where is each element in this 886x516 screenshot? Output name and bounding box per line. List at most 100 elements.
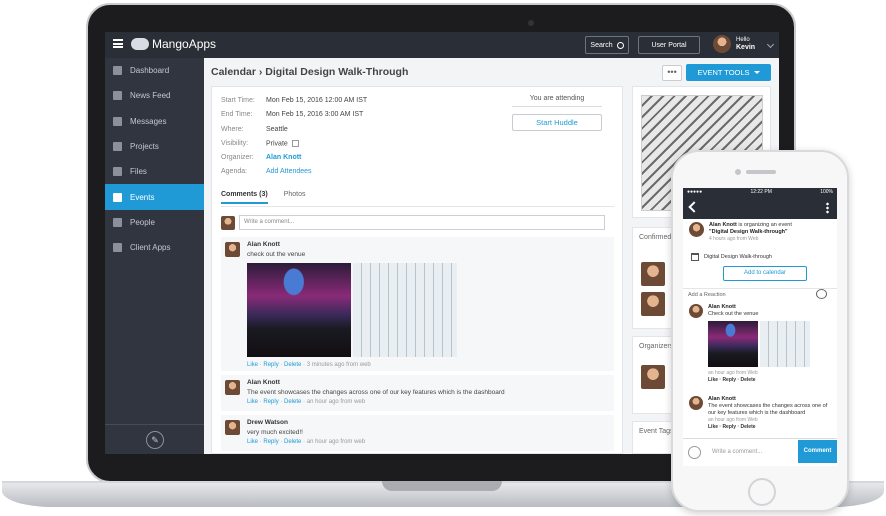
event-tools-button[interactable]: EVENT TOOLS bbox=[686, 64, 771, 81]
organizer-link[interactable]: Alan Knott bbox=[266, 154, 301, 161]
tab-divider bbox=[221, 206, 614, 207]
sidebar-item-projects[interactable]: Projects bbox=[105, 134, 204, 159]
add-reaction-label[interactable]: Add a Reaction bbox=[688, 292, 726, 298]
avatar bbox=[225, 420, 240, 435]
sidebar-item-label: Events bbox=[130, 192, 155, 202]
comment-author[interactable]: Alan Knott bbox=[247, 378, 610, 388]
detail-key: Where: bbox=[221, 126, 244, 133]
sidebar-item-client-apps[interactable]: Client Apps bbox=[105, 235, 204, 260]
comment-meta: Like · Reply · Delete · 3 minutes ago fr… bbox=[247, 362, 371, 368]
event-panel: Start Time: Mon Feb 15, 2016 12:00 AM IST… bbox=[211, 86, 623, 454]
comment-actions[interactable]: Like · Reply · Delete bbox=[708, 377, 756, 383]
logo-icon bbox=[131, 38, 149, 50]
sidebar-footer: ✎ bbox=[105, 424, 204, 454]
comment-time: an hour ago from web bbox=[306, 439, 366, 445]
comment-item: Drew Watson very much excited!! Like · R… bbox=[221, 415, 614, 451]
add-to-calendar-button[interactable]: Add to calendar bbox=[723, 266, 807, 281]
search-button[interactable]: Search bbox=[585, 36, 629, 54]
avatar bbox=[689, 304, 703, 318]
tab-photos[interactable]: Photos bbox=[284, 191, 306, 204]
more-button[interactable]: ••• bbox=[662, 65, 682, 81]
detail-key: End Time: bbox=[221, 111, 253, 118]
avatar bbox=[225, 242, 240, 257]
reply-link[interactable]: Reply bbox=[263, 439, 278, 445]
more-vertical-icon[interactable] bbox=[826, 202, 829, 214]
reply-link[interactable]: Reply bbox=[263, 399, 278, 405]
delete-link[interactable]: Delete bbox=[284, 439, 301, 445]
sidebar-item-label: Client Apps bbox=[130, 243, 171, 253]
avatar[interactable] bbox=[641, 262, 665, 286]
info-icon[interactable] bbox=[291, 140, 299, 147]
feed-author[interactable]: Alan Knott bbox=[709, 222, 737, 228]
sidebar-item-events[interactable]: Events bbox=[105, 184, 204, 210]
detail-value: Private bbox=[266, 140, 299, 147]
comment-author[interactable]: Alan Knott bbox=[708, 396, 736, 402]
comment-time: an hour ago from web bbox=[306, 399, 366, 405]
comment-submit-button[interactable]: Comment bbox=[798, 440, 837, 463]
feed-event[interactable]: "Digital Design Walk-through" bbox=[709, 229, 788, 235]
add-attendees-link[interactable]: Add Attendees bbox=[266, 168, 312, 175]
event-name: Digital Design Walk-through bbox=[704, 254, 772, 260]
tab-comments[interactable]: Comments (3) bbox=[221, 191, 268, 204]
reply-link[interactable]: Reply bbox=[263, 362, 278, 368]
venue-photo-stage[interactable] bbox=[708, 321, 758, 367]
comment-item: Alan Knott check out the venue Like · Re… bbox=[221, 237, 614, 371]
delete-link[interactable]: Delete bbox=[284, 399, 301, 405]
comment-text: check out the venue bbox=[247, 251, 306, 258]
delete-link[interactable]: Delete bbox=[284, 362, 301, 368]
sidebar-item-people[interactable]: People bbox=[105, 210, 204, 235]
comment-photos bbox=[708, 321, 810, 367]
user-portal-label: User Portal bbox=[651, 41, 687, 49]
avatar[interactable] bbox=[641, 292, 665, 316]
page-title: Calendar › Digital Design Walk-Through bbox=[211, 66, 409, 78]
sidebar-item-news-feed[interactable]: News Feed bbox=[105, 83, 204, 108]
chevron-down-icon bbox=[767, 40, 775, 48]
sidebar: Dashboard News Feed Messages Projects Fi… bbox=[105, 58, 204, 454]
caret-down-icon bbox=[753, 71, 760, 74]
venue-photo-lobby[interactable] bbox=[760, 321, 810, 367]
mail-icon bbox=[113, 116, 122, 126]
like-link[interactable]: Like bbox=[247, 439, 258, 445]
sidebar-item-messages[interactable]: Messages bbox=[105, 109, 204, 134]
comment-author[interactable]: Alan Knott bbox=[247, 240, 610, 250]
comment-bubble-icon[interactable] bbox=[816, 289, 827, 299]
user-menu[interactable]: Hello Kevin bbox=[713, 35, 775, 53]
detail-value: Mon Feb 15, 2016 3:00 AM IST bbox=[266, 111, 364, 118]
comment-author[interactable]: Alan Knott bbox=[708, 304, 736, 310]
sidebar-item-dashboard[interactable]: Dashboard bbox=[105, 58, 204, 83]
app-logo[interactable]: MangoApps bbox=[131, 37, 216, 51]
sidebar-item-label: Files bbox=[130, 167, 147, 177]
phone-comment-bar: Write a comment... Comment bbox=[683, 438, 837, 466]
comment-text: The event showcases the changes across o… bbox=[247, 389, 505, 396]
venue-photo-lobby[interactable] bbox=[353, 263, 457, 357]
start-huddle-button[interactable]: Start Huddle bbox=[512, 114, 602, 131]
detail-key: Start Time: bbox=[221, 97, 255, 104]
person-icon bbox=[113, 217, 122, 227]
like-link[interactable]: Like bbox=[247, 362, 258, 368]
like-link[interactable]: Like bbox=[247, 399, 258, 405]
pencil-icon[interactable]: ✎ bbox=[146, 431, 164, 449]
comment-text: very much excited!! bbox=[247, 429, 303, 436]
phone-comment-input[interactable]: Write a comment... bbox=[712, 449, 762, 455]
back-icon[interactable] bbox=[688, 201, 700, 213]
search-icon bbox=[616, 41, 624, 49]
avatar[interactable] bbox=[641, 365, 665, 389]
calendar-icon bbox=[113, 192, 122, 202]
menu-icon[interactable] bbox=[113, 39, 123, 48]
avatar bbox=[713, 35, 731, 53]
home-button[interactable] bbox=[748, 478, 776, 506]
detail-value: Seattle bbox=[266, 126, 288, 133]
detail-end: End Time: Mon Feb 15, 2016 3:00 AM IST bbox=[221, 111, 363, 118]
status-bar: ●●●●● 12:22 PM 100% bbox=[683, 188, 837, 197]
comment-input[interactable]: Write a comment... bbox=[239, 215, 605, 230]
feed-text: is organizing an event bbox=[738, 222, 792, 228]
phone-comment: Alan Knott The event showcases the change… bbox=[689, 396, 834, 431]
comment-actions[interactable]: Like · Reply · Delete bbox=[708, 424, 756, 430]
sidebar-item-files[interactable]: Files bbox=[105, 159, 204, 184]
detail-key: Organizer: bbox=[221, 154, 254, 161]
divider bbox=[683, 288, 837, 289]
venue-photo-stage[interactable] bbox=[247, 263, 351, 357]
comment-author[interactable]: Drew Watson bbox=[247, 418, 610, 428]
home-icon bbox=[113, 66, 122, 76]
user-portal-button[interactable]: User Portal bbox=[638, 36, 700, 54]
